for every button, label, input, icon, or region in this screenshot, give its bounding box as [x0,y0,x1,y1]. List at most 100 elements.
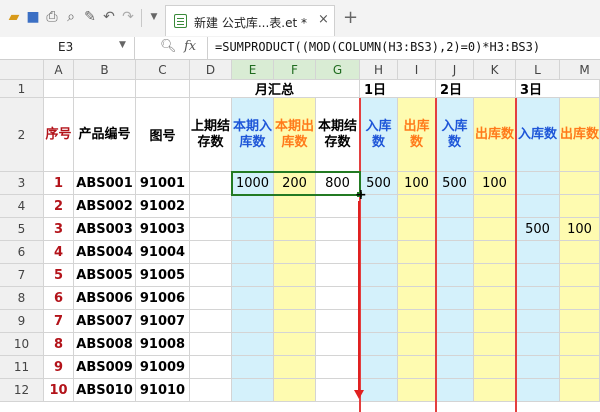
close-icon[interactable]: × [318,12,329,27]
row-header-11[interactable]: 11 [0,356,44,379]
cell-l7[interactable] [516,264,560,287]
row-header-7[interactable]: 7 [0,264,44,287]
monthly-summary-header[interactable]: 月汇总 [190,80,360,98]
seq-cell[interactable]: 5 [44,264,74,287]
row-header-5[interactable]: 5 [0,218,44,241]
cell-k11[interactable] [474,356,516,379]
cell-i9[interactable] [398,310,436,333]
drawing-no-cell[interactable]: 91001 [136,172,190,195]
drawing-no-cell[interactable]: 91008 [136,333,190,356]
cell-l11[interactable] [516,356,560,379]
cell-j12[interactable] [436,379,474,402]
cell-f6[interactable] [274,241,316,264]
cell-e7[interactable] [232,264,274,287]
cell-i3[interactable]: 100 [398,172,436,195]
prev-stock-cell[interactable] [190,172,232,195]
spreadsheet-grid[interactable]: A B C D E F G H I J K L M 1 2 3 4 5 6 7 8 9 10 11 12 月汇总 1日 2日 3日 序号产… [0,60,600,412]
cell-g10[interactable] [316,333,360,356]
print-icon[interactable]: ⎙ [44,9,60,25]
cell-m5[interactable]: 100 [560,218,600,241]
cell-e12[interactable] [232,379,274,402]
c1-cell[interactable] [136,80,190,98]
cell-j3[interactable]: 500 [436,172,474,195]
cell-h9[interactable] [360,310,398,333]
cell-m7[interactable] [560,264,600,287]
prev-stock-cell[interactable] [190,379,232,402]
document-tab[interactable]: 新建 公式库...表.et * × [165,5,335,36]
drawing-no-cell[interactable]: 91007 [136,310,190,333]
cell-i10[interactable] [398,333,436,356]
in-qty-header[interactable]: 入库数 [516,98,560,172]
cell-h5[interactable] [360,218,398,241]
cell-f5[interactable] [274,218,316,241]
cell-l6[interactable] [516,241,560,264]
drawing-no-cell[interactable]: 91006 [136,287,190,310]
cell-f4[interactable] [274,195,316,218]
product-code-cell[interactable]: ABS003 [74,218,136,241]
current-out-header[interactable]: 本期出库数 [274,98,316,172]
cell-k5[interactable] [474,218,516,241]
row-header-12[interactable]: 12 [0,379,44,402]
cell-j5[interactable] [436,218,474,241]
cell-f11[interactable] [274,356,316,379]
drawing-no-cell[interactable]: 91010 [136,379,190,402]
prev-stock-cell[interactable] [190,218,232,241]
cell-f9[interactable] [274,310,316,333]
format-painter-icon[interactable]: ✎ [82,9,98,25]
column-header-e[interactable]: E [232,60,274,80]
cell-i8[interactable] [398,287,436,310]
product-code-cell[interactable]: ABS008 [74,333,136,356]
column-header-m[interactable]: M [560,60,600,80]
cell-l10[interactable] [516,333,560,356]
row-header-3[interactable]: 3 [0,172,44,195]
cell-j8[interactable] [436,287,474,310]
column-header-l[interactable]: L [516,60,560,80]
row-header-2[interactable]: 2 [0,98,44,172]
drawing-no-cell[interactable]: 91005 [136,264,190,287]
cell-i4[interactable] [398,195,436,218]
column-header-j[interactable]: J [436,60,474,80]
cell-l8[interactable] [516,287,560,310]
row-header-10[interactable]: 10 [0,333,44,356]
seq-cell[interactable]: 10 [44,379,74,402]
column-header-a[interactable]: A [44,60,74,80]
row-header-6[interactable]: 6 [0,241,44,264]
formula-input[interactable]: =SUMPRODUCT((MOD(COLUMN(H3:BS3),2)=0)*H3… [207,37,600,59]
day1-header[interactable]: 1日 [360,80,436,98]
prev-stock-cell[interactable] [190,287,232,310]
cell-f10[interactable] [274,333,316,356]
out-qty-header[interactable]: 出库数 [474,98,516,172]
seq-header[interactable]: 序号 [44,98,74,172]
cell-m10[interactable] [560,333,600,356]
product-code-header[interactable]: 产品编号 [74,98,136,172]
column-header-g[interactable]: G [316,60,360,80]
cell-e4[interactable] [232,195,274,218]
save-icon[interactable]: ■ [25,9,41,25]
b1-cell[interactable] [74,80,136,98]
cell-h10[interactable] [360,333,398,356]
prev-stock-cell[interactable] [190,241,232,264]
seq-cell[interactable]: 7 [44,310,74,333]
cell-k8[interactable] [474,287,516,310]
cell-e8[interactable] [232,287,274,310]
cell-e10[interactable] [232,333,274,356]
column-header-h[interactable]: H [360,60,398,80]
cell-k3[interactable]: 100 [474,172,516,195]
cell-e9[interactable] [232,310,274,333]
cell-g7[interactable] [316,264,360,287]
cell-f8[interactable] [274,287,316,310]
row-header-4[interactable]: 4 [0,195,44,218]
seq-cell[interactable]: 3 [44,218,74,241]
seq-cell[interactable]: 2 [44,195,74,218]
prev-stock-cell[interactable] [190,356,232,379]
column-header-c[interactable]: C [136,60,190,80]
out-qty-header[interactable]: 出库数 [560,98,600,172]
drawing-no-cell[interactable]: 91003 [136,218,190,241]
cell-i7[interactable] [398,264,436,287]
cell-g6[interactable] [316,241,360,264]
product-code-cell[interactable]: ABS002 [74,195,136,218]
cell-h12[interactable] [360,379,398,402]
chevron-down-icon[interactable]: ▼ [119,40,126,50]
seq-cell[interactable]: 6 [44,287,74,310]
current-in-header[interactable]: 本期入库数 [232,98,274,172]
